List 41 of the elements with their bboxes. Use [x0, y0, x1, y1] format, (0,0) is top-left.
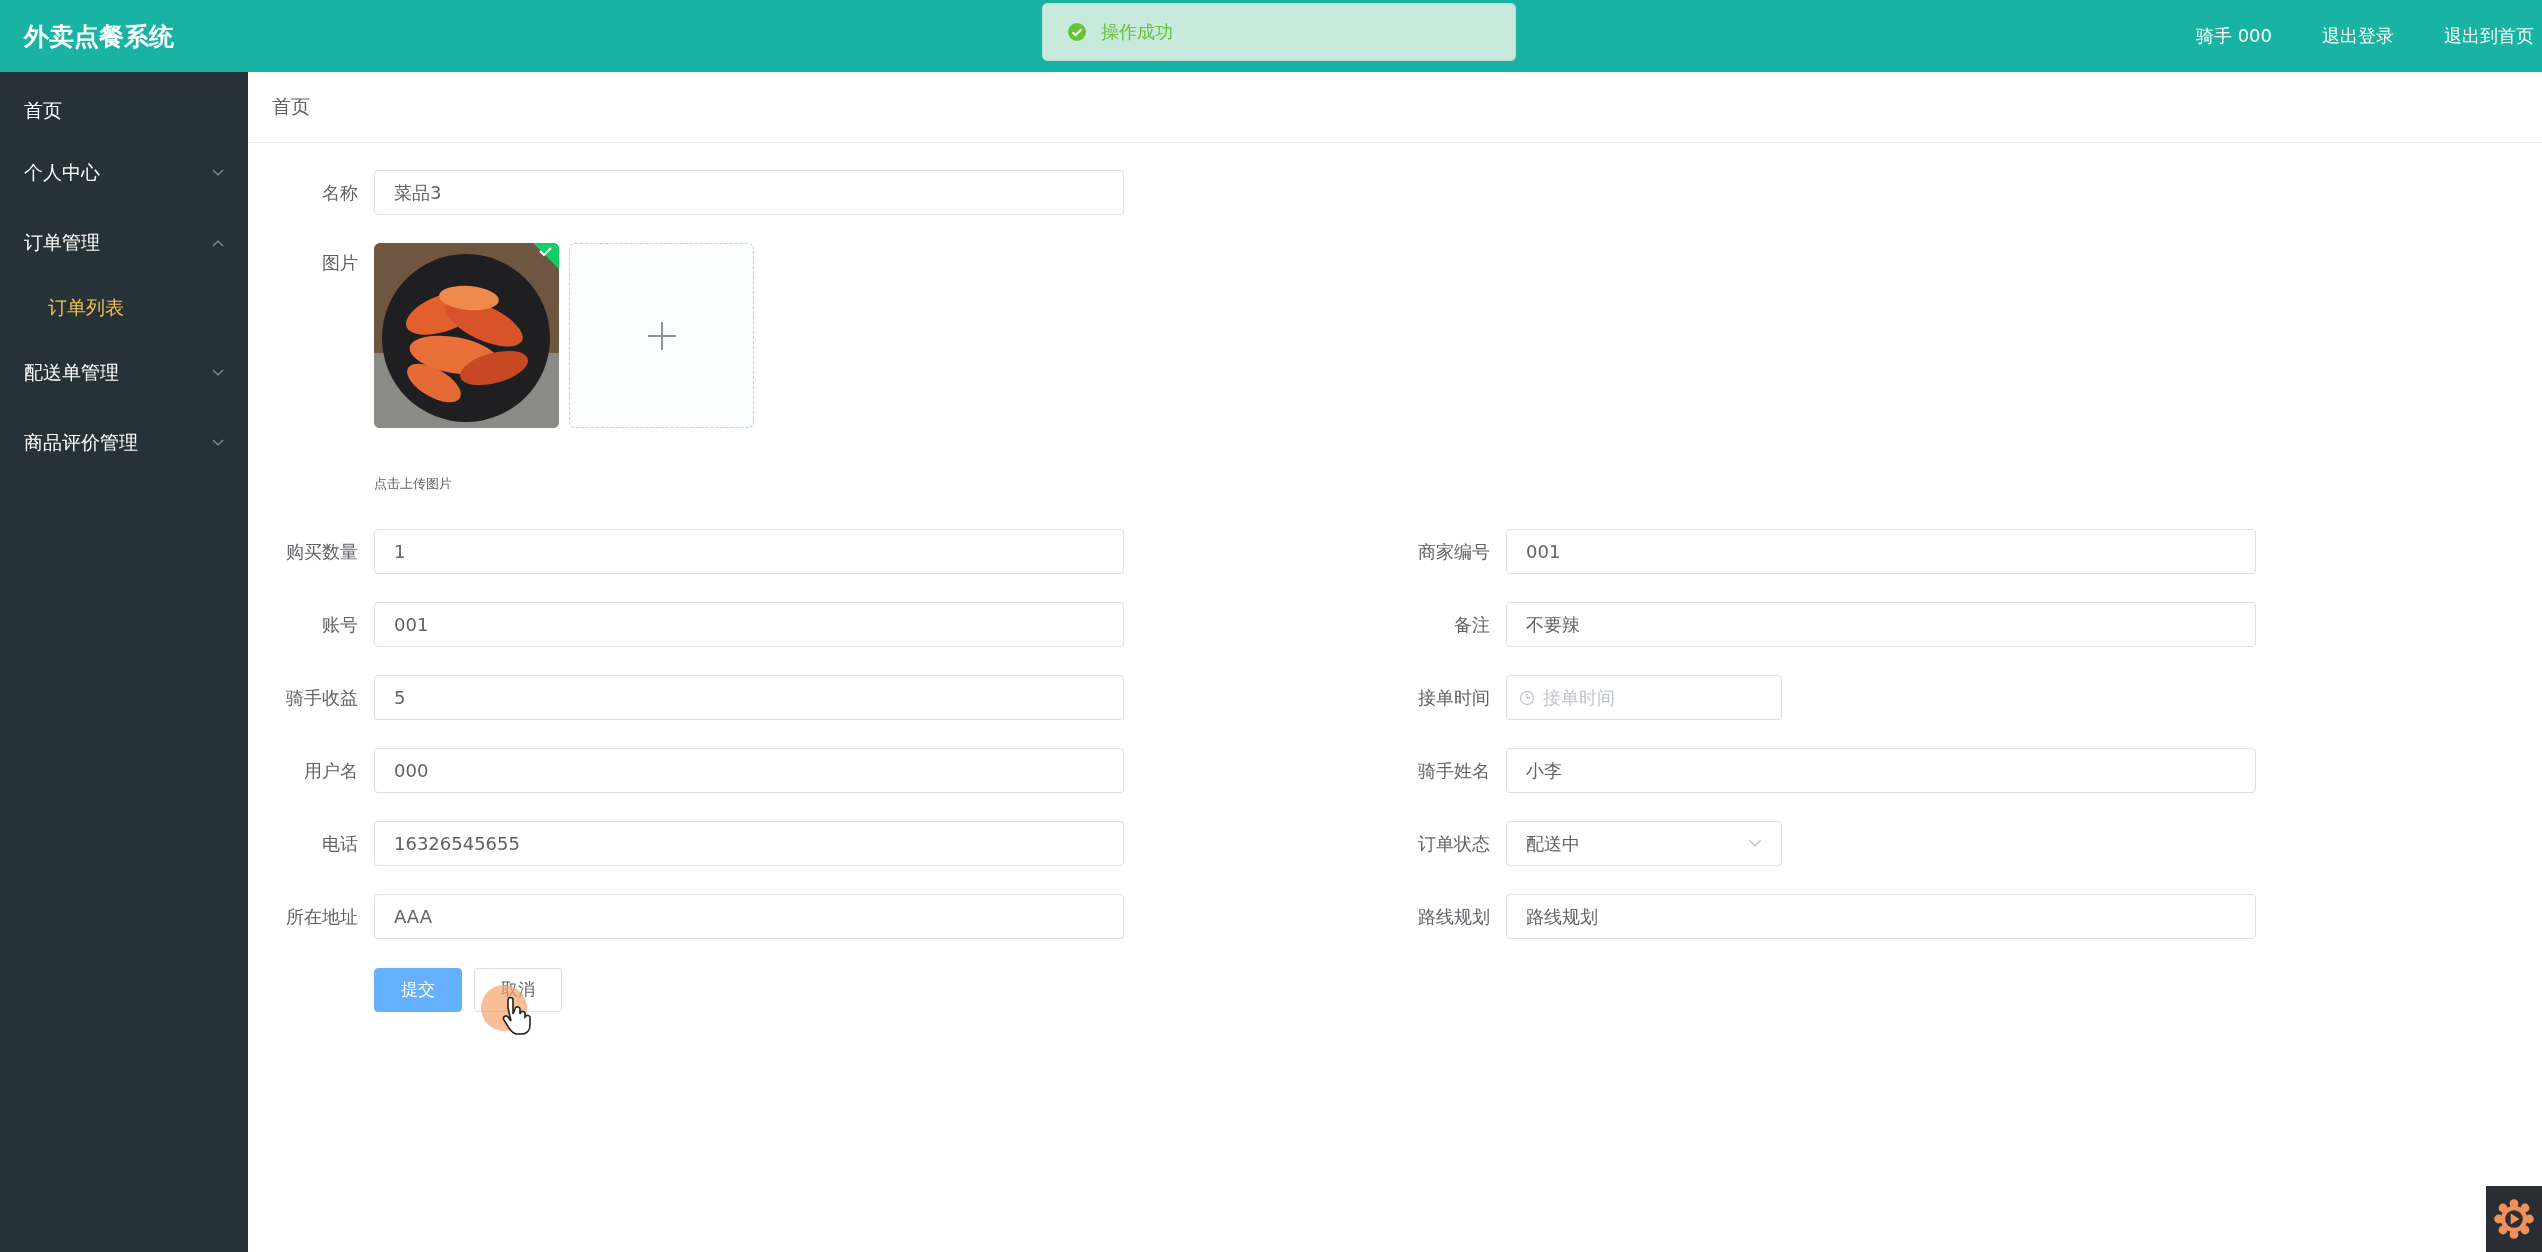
name-field[interactable]: 菜品3: [374, 170, 1124, 215]
field-label: 路线规划: [1417, 904, 1490, 929]
sidebar-item[interactable]: 首页: [0, 72, 248, 138]
field-label: 所在地址: [285, 904, 358, 929]
input-field[interactable]: 001: [1506, 529, 2256, 574]
field-label: 用户名: [303, 758, 358, 783]
sidebar-item[interactable]: 个人中心: [0, 138, 248, 208]
input-field[interactable]: 000: [374, 748, 1124, 793]
plus-icon: [646, 320, 677, 351]
toast-message: 操作成功: [1101, 20, 1173, 44]
sidebar-item[interactable]: 订单管理: [0, 208, 248, 278]
field-label: 电话: [321, 831, 358, 856]
play-widget-icon[interactable]: [2486, 1186, 2542, 1252]
input-field[interactable]: AAA: [374, 894, 1124, 939]
field-label: 购买数量: [285, 539, 358, 564]
field-label: 商家编号: [1417, 539, 1490, 564]
input-field[interactable]: 路线规划: [1506, 894, 2256, 939]
sidebar-item[interactable]: 配送单管理: [0, 338, 248, 408]
success-icon: [1067, 22, 1087, 42]
field-label: 接单时间: [1417, 685, 1490, 710]
input-field[interactable]: 001: [374, 602, 1124, 647]
field-label: 图片: [321, 251, 358, 275]
input-field[interactable]: 5: [374, 675, 1124, 720]
field-label: 订单状态: [1417, 831, 1490, 856]
app-title: 外卖点餐系统: [24, 20, 174, 53]
field-label: 备注: [1453, 612, 1490, 637]
field-label: 骑手姓名: [1417, 758, 1490, 783]
input-field[interactable]: 不要辣: [1506, 602, 2256, 647]
field-label: 名称: [321, 180, 358, 205]
field-label: 账号: [321, 612, 358, 637]
sidebar-subitem[interactable]: 订单列表: [0, 278, 248, 338]
input-field[interactable]: 小李: [1506, 748, 2256, 793]
upload-hint: 点击上传图片: [374, 474, 452, 493]
status-select[interactable]: 配送中: [1506, 821, 1782, 866]
input-field[interactable]: 1: [374, 529, 1124, 574]
sidebar-item[interactable]: 商品评价管理: [0, 408, 248, 478]
input-field[interactable]: 16326545655: [374, 821, 1124, 866]
clock-icon: [1519, 689, 1535, 706]
breadcrumb[interactable]: 首页: [272, 94, 310, 120]
caret-icon: [1748, 839, 1762, 848]
field-label: 骑手收益: [285, 685, 358, 710]
